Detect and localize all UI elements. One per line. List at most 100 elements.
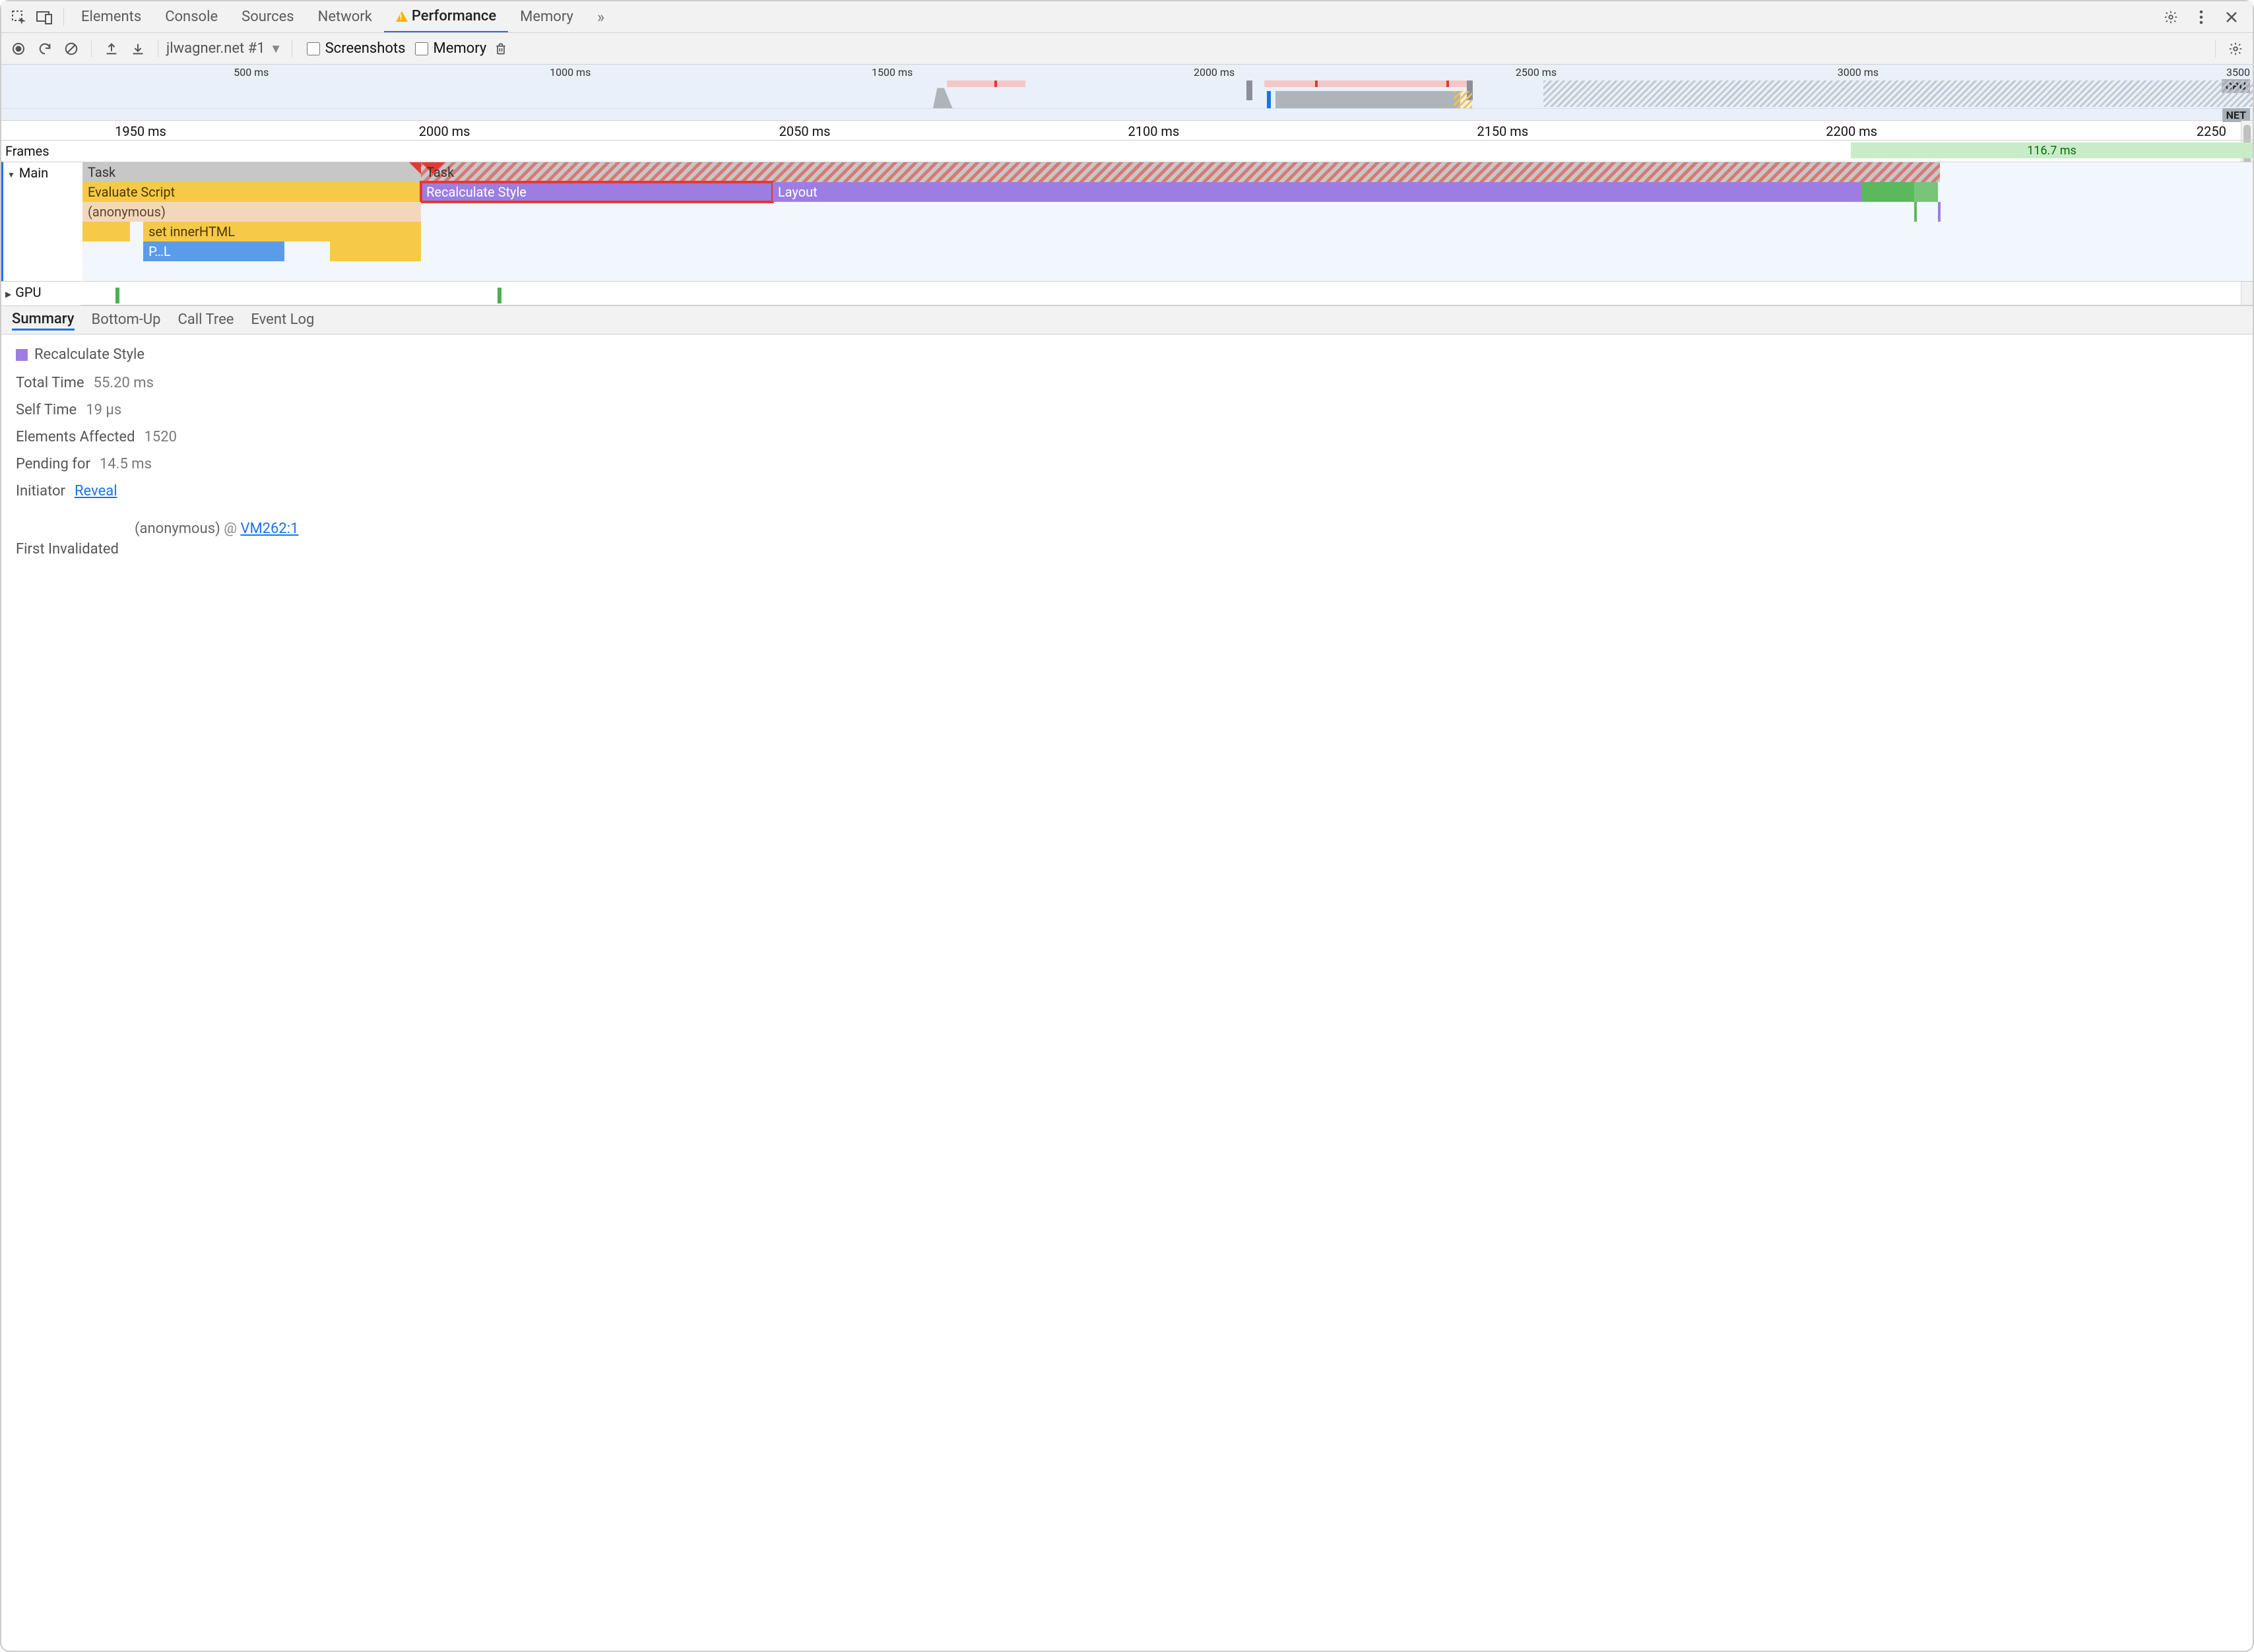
micro-block[interactable] xyxy=(330,241,421,261)
recalculate-style-block[interactable]: Recalculate Style xyxy=(421,182,773,202)
garbage-collect-button[interactable] xyxy=(489,37,513,61)
reload-record-button[interactable] xyxy=(33,37,57,61)
overview-net-lane: NET xyxy=(1,108,2253,120)
overview-cpu-spike xyxy=(929,86,957,108)
gpu-track[interactable]: GPU xyxy=(1,281,2253,305)
overview-cpu-blue xyxy=(1267,91,1271,108)
gpu-track-label: GPU xyxy=(1,282,80,305)
tab-console-label: Console xyxy=(165,9,218,25)
tab-memory[interactable]: Memory xyxy=(508,1,585,32)
ruler-tick: 2050 ms xyxy=(779,123,835,139)
frame-chip-label: 116.7 ms xyxy=(2027,144,2077,158)
tab-call-tree[interactable]: Call Tree xyxy=(177,311,234,329)
summary-value: 55.20 ms xyxy=(94,375,154,391)
frames-track[interactable]: Frames 116.7 ms xyxy=(1,141,2253,162)
screenshots-checkbox-label: Screenshots xyxy=(325,40,406,57)
toolbar-divider xyxy=(91,40,92,57)
screenshots-checkbox[interactable]: Screenshots xyxy=(307,40,406,57)
summary-key: Self Time xyxy=(16,402,77,418)
gpu-tick xyxy=(498,288,501,303)
summary-key: First Invalidated xyxy=(16,541,119,557)
task-block[interactable]: Task xyxy=(82,162,421,182)
warning-icon xyxy=(396,11,408,22)
session-select-value: jlwagner.net #1 xyxy=(166,40,284,57)
gpu-lane xyxy=(80,282,2253,305)
overview-idle-hatch xyxy=(1543,80,2253,107)
summary-value: 1520 xyxy=(144,429,176,445)
download-profile-button[interactable] xyxy=(126,37,150,61)
tab-network[interactable]: Network xyxy=(306,1,384,32)
summary-source-link[interactable]: VM262:1 xyxy=(240,521,298,537)
summary-key: Total Time xyxy=(16,375,84,391)
tab-performance[interactable]: Performance xyxy=(384,1,508,32)
summary-source-at: @ xyxy=(224,521,237,537)
paint-block[interactable] xyxy=(1862,182,1914,202)
layout-block[interactable]: Layout xyxy=(773,182,1862,202)
tab-sources-label: Sources xyxy=(242,9,294,25)
anonymous-block[interactable]: (anonymous) xyxy=(82,202,421,222)
summary-title-row: Recalculate Style xyxy=(16,346,2238,363)
tab-network-label: Network xyxy=(318,9,372,25)
overview-longtask xyxy=(947,80,1025,87)
tab-bottom-up[interactable]: Bottom-Up xyxy=(92,311,161,329)
parse-html-block[interactable]: P…L xyxy=(143,241,284,261)
main-track[interactable]: Main Task Task Evaluate Script xyxy=(1,162,2253,281)
main-lane: Task Task Evaluate Script Recalculate St… xyxy=(82,162,2253,281)
memory-checkbox[interactable]: Memory xyxy=(415,40,487,57)
summary-total-time: Total Time 55.20 ms xyxy=(16,375,2238,391)
details-tabbar: Summary Bottom-Up Call Tree Event Log xyxy=(1,305,2253,334)
summary-panel: Recalculate Style Total Time 55.20 ms Se… xyxy=(1,334,2253,580)
composite-block[interactable] xyxy=(1914,182,1938,202)
overview-ruler: 500 ms 1000 ms 1500 ms 2000 ms 2500 ms 3… xyxy=(1,65,2253,79)
zoom-ruler[interactable]: 1950 ms 2000 ms 2050 ms 2100 ms 2150 ms … xyxy=(1,121,2253,141)
tabbar-divider xyxy=(63,8,64,26)
overview-selection-handle[interactable] xyxy=(1246,80,1252,100)
devtools-tabbar: Elements Console Sources Network Perform… xyxy=(1,1,2253,33)
micro-block[interactable] xyxy=(82,222,130,241)
ruler-tick: 1950 ms xyxy=(115,123,170,139)
memory-checkbox-input[interactable] xyxy=(415,42,428,55)
capture-settings-gear-icon[interactable] xyxy=(2224,37,2247,61)
overview-tick: 2500 ms xyxy=(1516,66,1559,79)
summary-elements-affected: Elements Affected 1520 xyxy=(16,429,2238,445)
tab-sources[interactable]: Sources xyxy=(230,1,306,32)
overview-minimap[interactable]: 500 ms 1000 ms 1500 ms 2000 ms 2500 ms 3… xyxy=(1,65,2253,121)
tab-event-log-label: Event Log xyxy=(251,311,314,328)
tab-call-tree-label: Call Tree xyxy=(177,311,234,328)
settings-gear-icon[interactable] xyxy=(2158,4,2184,30)
summary-first-invalidated: First Invalidated xyxy=(16,541,2238,557)
task-label: Task xyxy=(426,164,454,180)
overview-longtask-marker xyxy=(1315,80,1318,87)
summary-pending-for: Pending for 14.5 ms xyxy=(16,456,2238,472)
frame-chip[interactable]: 116.7 ms xyxy=(1851,143,2253,158)
tabbar-tabs: Elements Console Sources Network Perform… xyxy=(69,1,2158,32)
kebab-menu-icon[interactable] xyxy=(2188,4,2214,30)
summary-self-time: Self Time 19 µs xyxy=(16,402,2238,418)
tab-elements-label: Elements xyxy=(81,9,141,25)
tabs-overflow[interactable] xyxy=(585,1,616,32)
set-innerhtml-block[interactable]: set innerHTML xyxy=(143,222,421,241)
tab-elements[interactable]: Elements xyxy=(69,1,153,32)
tab-summary[interactable]: Summary xyxy=(12,311,75,331)
evaluate-script-block[interactable]: Evaluate Script xyxy=(82,182,421,202)
summary-color-swatch xyxy=(16,349,28,361)
tabbar-right xyxy=(2158,4,2249,30)
overview-longtask-marker xyxy=(1446,80,1449,87)
inspect-icon[interactable] xyxy=(5,4,32,30)
overview-tick: 500 ms xyxy=(234,66,271,79)
upload-profile-button[interactable] xyxy=(100,37,123,61)
tab-console[interactable]: Console xyxy=(153,1,230,32)
overview-tick: 1500 ms xyxy=(872,66,915,79)
initiator-reveal-link[interactable]: Reveal xyxy=(75,483,117,499)
session-select[interactable]: jlwagner.net #1 ▾ xyxy=(166,40,284,57)
overview-cpu-lane: CPU xyxy=(1,79,2253,108)
close-devtools-icon[interactable] xyxy=(2218,4,2245,30)
record-button[interactable] xyxy=(7,37,30,61)
overview-tick: 3000 ms xyxy=(1838,66,1881,79)
device-toggle-icon[interactable] xyxy=(32,4,58,30)
tab-event-log[interactable]: Event Log xyxy=(251,311,314,329)
task-block-long[interactable]: Task xyxy=(421,162,1940,182)
clear-button[interactable] xyxy=(59,37,83,61)
layout-label: Layout xyxy=(778,184,818,200)
screenshots-checkbox-input[interactable] xyxy=(307,42,320,55)
